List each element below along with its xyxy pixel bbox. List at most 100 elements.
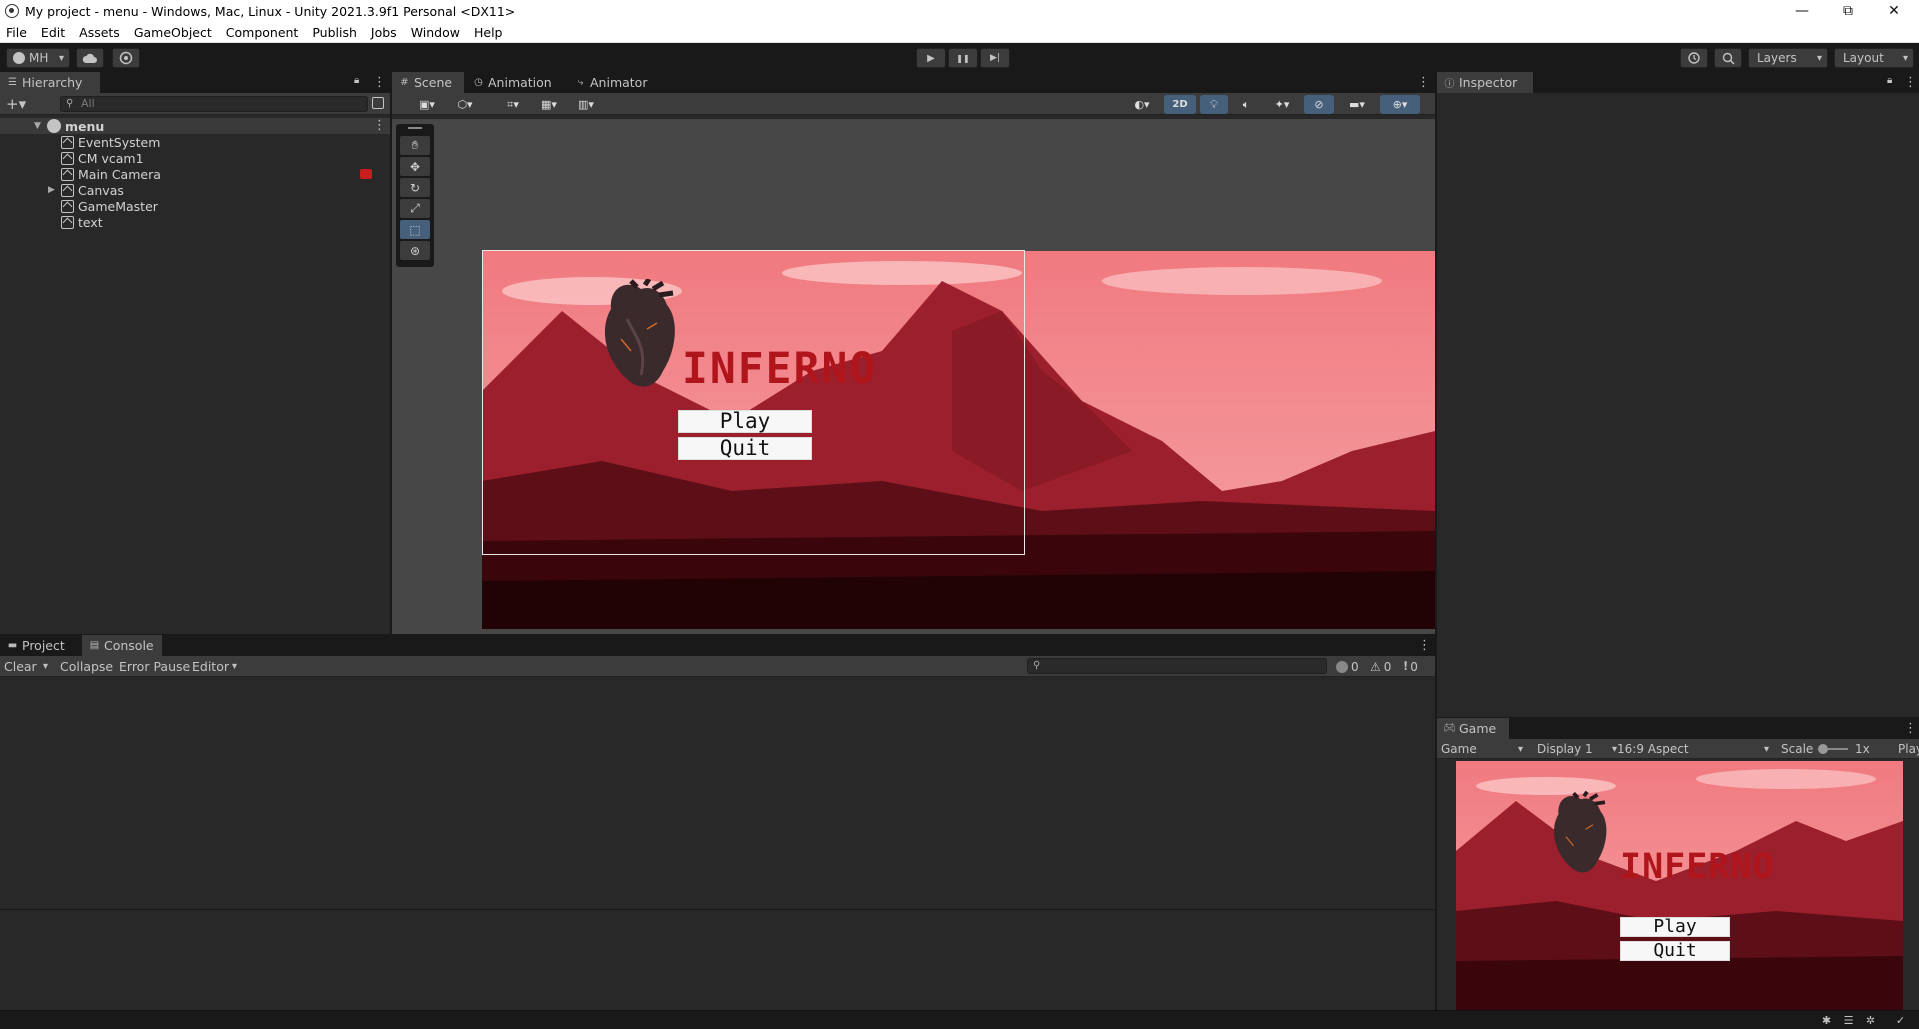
scale-slider-thumb[interactable] bbox=[1818, 744, 1828, 754]
effects-dropdown[interactable]: ✦▾ bbox=[1264, 95, 1300, 114]
hierarchy-item-text[interactable]: text bbox=[0, 214, 390, 230]
play-ui-button[interactable]: Play bbox=[1620, 917, 1730, 937]
increment-snap-dropdown[interactable]: ▥▾ bbox=[568, 95, 604, 114]
shading-mode-dropdown[interactable]: ◐▾ bbox=[1124, 95, 1160, 114]
toggle-2d-button[interactable]: 2D bbox=[1164, 95, 1196, 114]
lock-icon[interactable]: 🔒︎ bbox=[354, 75, 359, 86]
maximize-button[interactable]: ⧉ bbox=[1825, 0, 1871, 22]
collapse-arrow-icon[interactable]: ▶ bbox=[48, 185, 55, 195]
scene-visibility-toggle[interactable]: ⊘ bbox=[1304, 95, 1334, 114]
auto-generate-lighting-icon[interactable]: ✲ bbox=[1864, 1014, 1877, 1027]
hand-tool-button[interactable]: ✋︎ bbox=[400, 136, 430, 155]
aspect-dropdown[interactable]: 16:9 Aspect ▾ bbox=[1617, 739, 1769, 759]
tab-animation[interactable]: ◷ Animation bbox=[466, 72, 566, 93]
play-ui-button[interactable]: Play bbox=[678, 410, 812, 433]
grid-visibility-dropdown[interactable]: ▦▾ bbox=[532, 95, 566, 114]
editor-dropdown[interactable]: Editor ▾ bbox=[192, 658, 237, 675]
console-search-input[interactable]: ⚲ bbox=[1027, 658, 1327, 674]
quit-ui-button[interactable]: Quit bbox=[1620, 941, 1730, 961]
display-dropdown[interactable]: Display 1 ▾ bbox=[1537, 739, 1617, 759]
game-render-view[interactable]: INFERNO Play Quit bbox=[1456, 761, 1903, 1010]
clear-options-dropdown[interactable]: ▾ bbox=[43, 658, 48, 675]
hierarchy-item-eventsystem[interactable]: EventSystem bbox=[0, 134, 390, 150]
rotate-tool-button[interactable]: ↻ bbox=[400, 178, 430, 197]
hierarchy-item-canvas[interactable]: ▶ Canvas bbox=[0, 182, 390, 198]
play-button[interactable]: ▶ bbox=[916, 48, 946, 68]
menu-assets[interactable]: Assets bbox=[79, 25, 120, 40]
cloud-button[interactable] bbox=[76, 48, 104, 68]
account-dropdown[interactable]: MH bbox=[6, 48, 70, 68]
game-mode-dropdown[interactable]: Game ▾ bbox=[1441, 739, 1523, 759]
tab-hierarchy[interactable]: ☰ Hierarchy bbox=[0, 72, 100, 93]
anatomical-heart-sprite[interactable] bbox=[597, 279, 685, 397]
hierarchy-item-cm-vcam1[interactable]: CM vcam1 bbox=[0, 150, 390, 166]
move-tool-button[interactable]: ✥ bbox=[400, 157, 430, 176]
search-button[interactable] bbox=[1714, 48, 1742, 68]
hierarchy-item-label: EventSystem bbox=[78, 134, 161, 150]
progress-check-icon[interactable]: ✓ bbox=[1894, 1014, 1907, 1027]
draw-mode-dropdown[interactable]: ▣▾ bbox=[410, 95, 444, 114]
menu-file[interactable]: File bbox=[6, 25, 27, 40]
database-icon[interactable]: ☰ bbox=[1842, 1014, 1855, 1027]
scene-menu-icon[interactable]: ⋮ bbox=[373, 118, 386, 133]
tab-scene[interactable]: # Scene bbox=[392, 72, 464, 93]
menu-window[interactable]: Window bbox=[411, 25, 460, 40]
bug-icon[interactable]: ✱ bbox=[1820, 1014, 1833, 1027]
undo-history-button[interactable] bbox=[1680, 48, 1708, 68]
console-splitter[interactable] bbox=[0, 909, 1435, 910]
scene-visibility-icon[interactable] bbox=[372, 97, 384, 109]
menu-component[interactable]: Component bbox=[226, 25, 299, 40]
scene-menu-icon[interactable]: ⋮ bbox=[1417, 75, 1430, 90]
hierarchy-menu-icon[interactable]: ⋮ bbox=[373, 75, 386, 90]
hierarchy-item-main-camera[interactable]: Main Camera bbox=[0, 166, 390, 182]
game-menu-icon[interactable]: ⋮ bbox=[1904, 721, 1917, 736]
menu-publish[interactable]: Publish bbox=[312, 25, 357, 40]
step-button[interactable]: ▶| bbox=[980, 48, 1010, 68]
camera-dropdown[interactable]: ▬▾ bbox=[1338, 95, 1376, 114]
palette-drag-handle[interactable] bbox=[408, 127, 422, 129]
lighting-toggle[interactable]: 💡︎ bbox=[1200, 95, 1228, 114]
sphere-icon: ◐▾ bbox=[1134, 98, 1150, 111]
collab-button[interactable] bbox=[112, 48, 140, 68]
game-title-text[interactable]: INFERNO bbox=[682, 344, 877, 394]
menu-edit[interactable]: Edit bbox=[41, 25, 65, 40]
tab-inspector[interactable]: ⓘ Inspector bbox=[1437, 72, 1533, 93]
log-count-toggle[interactable]: 0 bbox=[1336, 658, 1359, 675]
close-button[interactable]: ✕ bbox=[1871, 0, 1917, 22]
gizmos-dropdown[interactable]: ⊕▾ bbox=[1380, 95, 1420, 114]
inspector-menu-icon[interactable]: ⋮ bbox=[1904, 75, 1917, 90]
scene-viewport[interactable]: INFERNO Play Quit ✋︎ ✥ ↻ ⤢ ⬚ ⊛ bbox=[392, 119, 1435, 634]
rect-tool-button[interactable]: ⬚ bbox=[400, 220, 430, 239]
tab-project-label: Project bbox=[22, 638, 65, 653]
pause-button[interactable]: ❚❚ bbox=[948, 48, 978, 68]
collapse-toggle[interactable]: Collapse bbox=[60, 658, 113, 675]
hierarchy-scene-row[interactable]: ▼ menu ⋮ bbox=[0, 118, 390, 134]
scale-tool-button[interactable]: ⤢ bbox=[400, 199, 430, 218]
add-object-button[interactable]: +▾ bbox=[6, 95, 26, 113]
tab-console[interactable]: ▤ Console bbox=[82, 635, 162, 656]
menu-jobs[interactable]: Jobs bbox=[371, 25, 397, 40]
layout-dropdown[interactable]: Layout bbox=[1834, 48, 1914, 68]
warning-count-toggle[interactable]: ⚠ 0 bbox=[1370, 658, 1391, 675]
tab-animator[interactable]: ⤷ Animator bbox=[568, 72, 658, 93]
error-pause-toggle[interactable]: Error Pause bbox=[119, 658, 190, 675]
hierarchy-search-input[interactable]: ⚲ All bbox=[60, 96, 368, 112]
play-focus-dropdown[interactable]: Play bbox=[1898, 739, 1919, 759]
lock-icon[interactable]: 🔒︎ bbox=[1887, 75, 1892, 86]
minimize-button[interactable]: — bbox=[1779, 0, 1825, 22]
console-menu-icon[interactable]: ⋮ bbox=[1418, 638, 1431, 653]
tab-project[interactable]: ▬ Project bbox=[0, 635, 80, 656]
tab-game[interactable]: 🎮︎ Game bbox=[1437, 718, 1509, 739]
audio-toggle[interactable]: 🔈︎ bbox=[1232, 95, 1260, 114]
quit-ui-button[interactable]: Quit bbox=[678, 437, 812, 460]
hierarchy-item-gamemaster[interactable]: GameMaster bbox=[0, 198, 390, 214]
grid-snap-dropdown[interactable]: ⌗▾ bbox=[496, 95, 530, 114]
expand-arrow-icon[interactable]: ▼ bbox=[34, 121, 41, 131]
clear-button[interactable]: Clear bbox=[4, 658, 37, 675]
menu-gameobject[interactable]: GameObject bbox=[134, 25, 212, 40]
error-count-toggle[interactable]: ❗︎ 0 bbox=[1404, 658, 1418, 675]
menu-help[interactable]: Help bbox=[474, 25, 503, 40]
render-mode-dropdown[interactable]: ⬡▾ bbox=[448, 95, 482, 114]
layers-dropdown[interactable]: Layers bbox=[1748, 48, 1828, 68]
transform-tool-button[interactable]: ⊛ bbox=[400, 241, 430, 260]
